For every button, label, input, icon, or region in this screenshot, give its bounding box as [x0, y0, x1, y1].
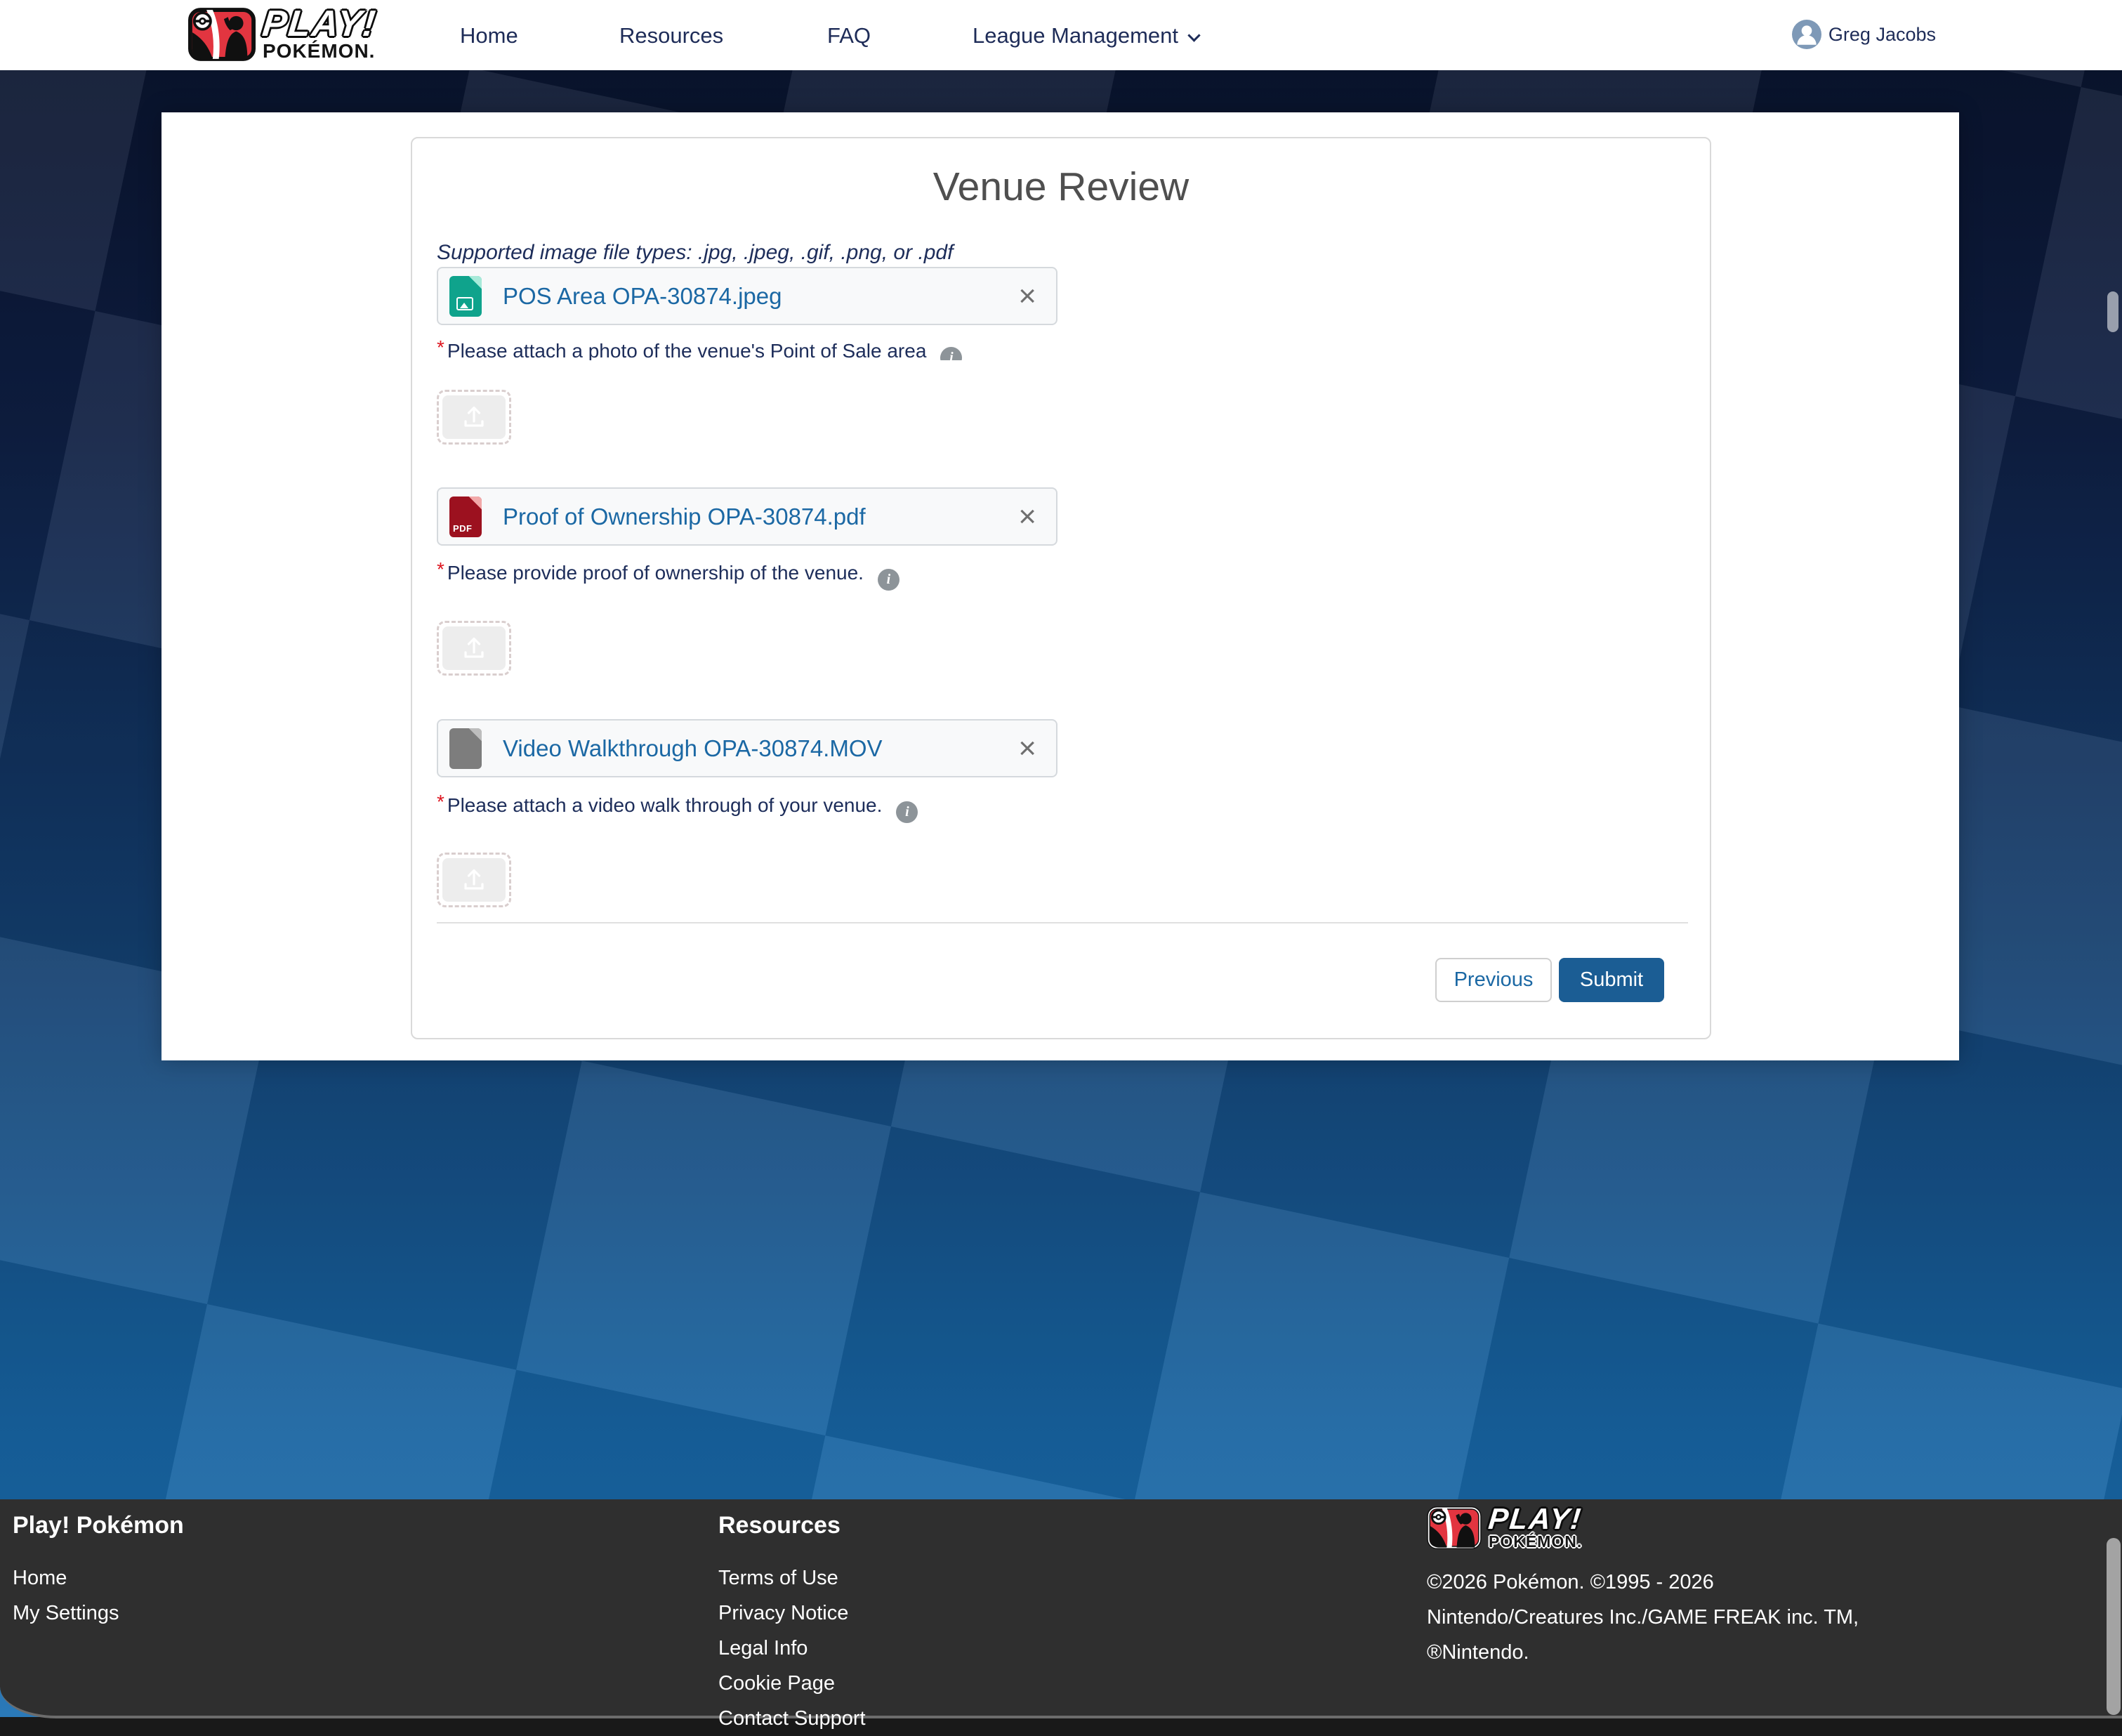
required-note-proof-of-ownership: *Please provide proof of ownership of th… — [437, 561, 899, 591]
page-bottom-strip — [0, 1721, 2122, 1733]
folded-corner — [469, 497, 482, 509]
remove-attachment-button[interactable]: × — [1018, 281, 1036, 312]
upload-button-pos-area[interactable] — [437, 390, 511, 445]
footer-logo-play-text: PLAY! — [1487, 1505, 1583, 1533]
attachment-pos-area: POS Area OPA-30874.jpeg × — [437, 267, 1057, 325]
remove-attachment-button[interactable]: × — [1018, 501, 1036, 532]
upload-button-proof-of-ownership[interactable] — [437, 621, 511, 676]
upload-button-video-walkthrough[interactable] — [437, 853, 511, 907]
upload-icon — [442, 858, 506, 902]
divider — [437, 922, 1688, 923]
footer-link-my-settings[interactable]: My Settings — [13, 1596, 184, 1631]
page-title: Venue Review — [412, 164, 1710, 210]
user-menu[interactable]: Greg Jacobs — [1792, 20, 1936, 49]
folded-corner — [469, 728, 482, 741]
required-asterisk: * — [437, 791, 444, 813]
copyright-line: Nintendo/Creatures Inc./GAME FREAK inc. … — [1427, 1600, 1859, 1635]
user-name: Greg Jacobs — [1828, 24, 1936, 46]
avatar — [1792, 20, 1821, 49]
footer-link-cookie-page[interactable]: Cookie Page — [718, 1666, 866, 1701]
footer-column-legal: PLAY! POKÉMON. ©2026 Pokémon. ©1995 - 20… — [1427, 1505, 1859, 1670]
scrollbar-thumb-lower[interactable] — [2107, 1538, 2121, 1715]
scrollbar-thumb-upper[interactable] — [2107, 291, 2118, 332]
form-actions: Previous Submit — [1435, 958, 1664, 1002]
file-types-note: Supported image file types: .jpg, .jpeg,… — [437, 241, 953, 265]
footer-logo-pokemon-text: POKÉMON. — [1489, 1533, 1582, 1551]
league-management-label: League Management — [973, 23, 1178, 48]
logo-play-text: PLAY! — [261, 7, 378, 41]
image-file-icon — [449, 276, 482, 317]
content-panel: Venue Review Supported image file types:… — [162, 112, 1959, 1060]
info-icon[interactable]: i — [896, 801, 918, 823]
play-pokemon-logo[interactable]: PLAY! POKÉMON. — [188, 7, 376, 62]
copyright-text: ©2026 Pokémon. ©1995 - 2026 Nintendo/Cre… — [1427, 1565, 1859, 1670]
submit-button[interactable]: Submit — [1559, 958, 1664, 1002]
chevron-down-icon — [1187, 29, 1200, 41]
page: PLAY! POKÉMON. Home Resources FAQ League… — [0, 0, 2122, 1733]
required-note-pos-area: *Please attach a photo of the venue's Po… — [437, 339, 962, 360]
footer-link-contact-support[interactable]: Contact Support — [718, 1701, 866, 1736]
required-asterisk: * — [437, 339, 444, 358]
attachment-link-proof-of-ownership[interactable]: Proof of Ownership OPA-30874.pdf — [503, 504, 866, 530]
upload-icon — [442, 395, 506, 439]
image-glyph — [456, 297, 473, 310]
footer-link-privacy-notice[interactable]: Privacy Notice — [718, 1596, 866, 1631]
footer-heading-resources: Resources — [718, 1512, 866, 1539]
pokeball-logo-icon — [1427, 1506, 1482, 1549]
required-note-text: Please provide proof of ownership of the… — [447, 562, 864, 584]
nav-resources[interactable]: Resources — [619, 23, 723, 48]
nav-faq[interactable]: FAQ — [827, 23, 871, 48]
pdf-badge: PDF — [453, 523, 473, 534]
footer-column-resources: Resources Terms of Use Privacy Notice Le… — [718, 1512, 866, 1736]
copyright-line: ®Nintendo. — [1427, 1635, 1859, 1670]
footer-heading-play-pokemon: Play! Pokémon — [13, 1512, 184, 1539]
info-icon[interactable]: i — [940, 347, 962, 360]
info-icon[interactable]: i — [878, 569, 899, 591]
footer-column-play-pokemon: Play! Pokémon Home My Settings — [13, 1512, 184, 1631]
upload-icon — [442, 626, 506, 670]
folded-corner — [469, 276, 482, 289]
venue-review-card: Venue Review Supported image file types:… — [411, 137, 1711, 1039]
footer-link-legal-info[interactable]: Legal Info — [718, 1631, 866, 1666]
footer-link-terms-of-use[interactable]: Terms of Use — [718, 1560, 866, 1596]
pokeball-logo-icon — [188, 8, 256, 61]
logo-text: PLAY! POKÉMON. — [263, 7, 376, 62]
pdf-file-icon: PDF — [449, 497, 482, 537]
footer: Play! Pokémon Home My Settings Resources… — [0, 1499, 2122, 1718]
footer-play-pokemon-logo: PLAY! POKÉMON. — [1427, 1505, 1859, 1551]
footer-logo-text: PLAY! POKÉMON. — [1489, 1505, 1582, 1551]
top-nav: PLAY! POKÉMON. Home Resources FAQ League… — [0, 0, 2122, 70]
required-note-video-walkthrough: *Please attach a video walk through of y… — [437, 794, 918, 823]
attachment-link-pos-area[interactable]: POS Area OPA-30874.jpeg — [503, 283, 782, 310]
remove-attachment-button[interactable]: × — [1018, 733, 1036, 764]
generic-file-icon — [449, 728, 482, 769]
attachment-video-walkthrough: Video Walkthrough OPA-30874.MOV × — [437, 719, 1057, 777]
checkered-background: Venue Review Supported image file types:… — [0, 70, 2122, 1717]
previous-button[interactable]: Previous — [1435, 958, 1552, 1002]
required-asterisk: * — [437, 558, 444, 580]
nav-league-management[interactable]: League Management — [973, 23, 1199, 48]
required-note-text: Please attach a photo of the venue's Poi… — [447, 340, 927, 360]
footer-link-home[interactable]: Home — [13, 1560, 184, 1596]
nav-home[interactable]: Home — [460, 23, 518, 48]
required-note-text: Please attach a video walk through of yo… — [447, 794, 883, 816]
attachment-proof-of-ownership: PDF Proof of Ownership OPA-30874.pdf × — [437, 487, 1057, 546]
attachment-link-video-walkthrough[interactable]: Video Walkthrough OPA-30874.MOV — [503, 735, 883, 762]
copyright-line: ©2026 Pokémon. ©1995 - 2026 — [1427, 1565, 1859, 1600]
